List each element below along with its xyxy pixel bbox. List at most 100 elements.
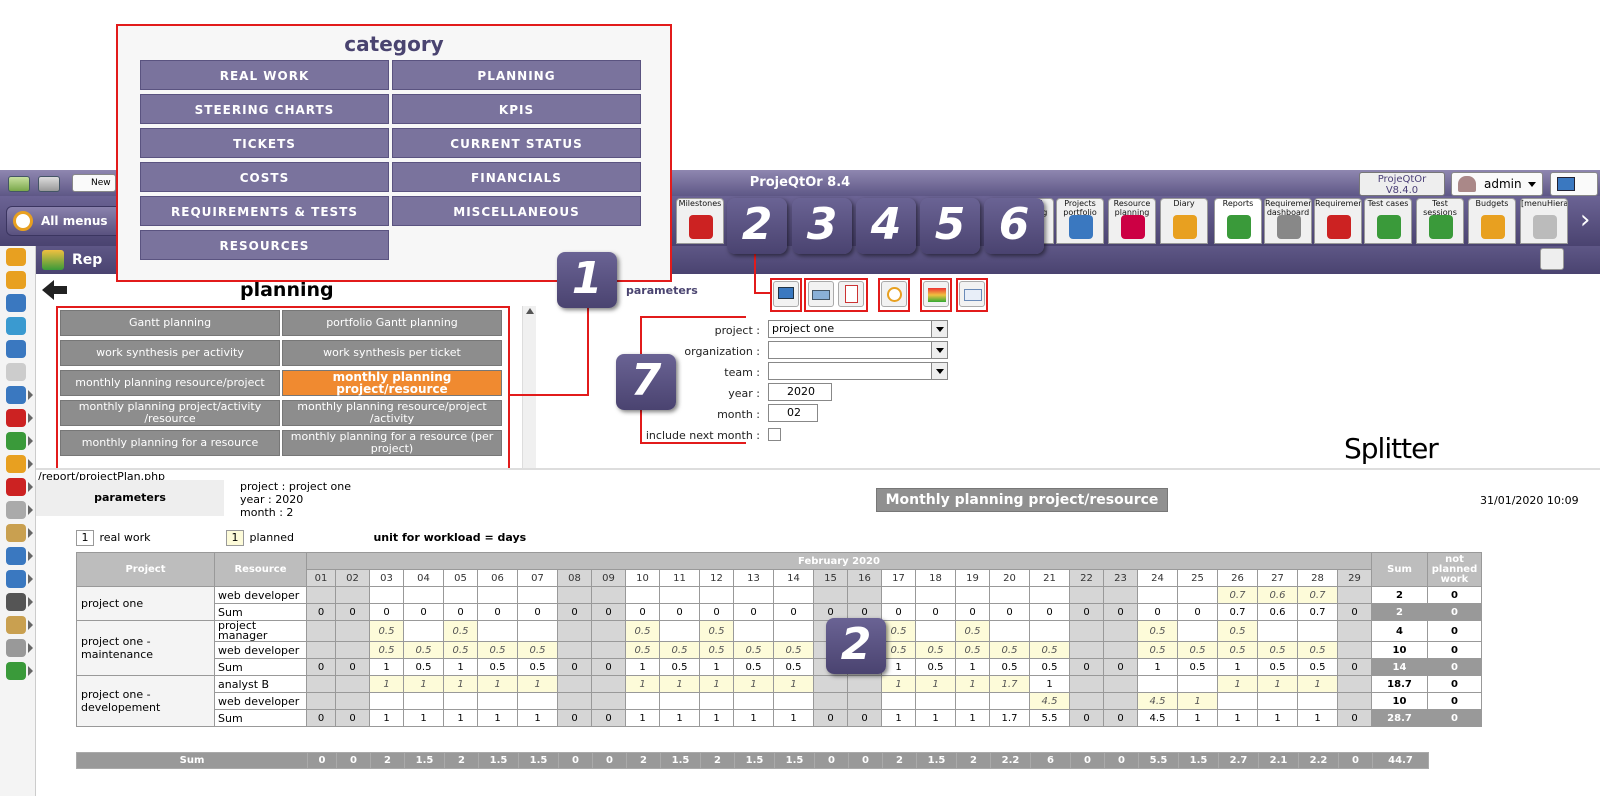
submenu-arrow-icon[interactable] [28, 505, 33, 515]
display-mode-button[interactable] [1550, 172, 1598, 196]
tools-icon[interactable] [6, 547, 26, 565]
category-real-work-button[interactable]: REAL WORK [140, 60, 389, 90]
submenu-arrow-icon[interactable] [28, 574, 33, 584]
print-button[interactable] [808, 281, 834, 307]
category-costs-button[interactable]: COSTS [140, 162, 389, 192]
toolbar-tab-reports[interactable]: Reports [1214, 198, 1262, 244]
year-spinner[interactable]: 2020 [768, 383, 832, 401]
toolbar-tab-budgets[interactable]: Budgets [1468, 198, 1516, 244]
submenu-arrow-icon[interactable] [28, 436, 33, 446]
team-select[interactable] [768, 362, 948, 380]
back-arrow-button[interactable] [8, 176, 30, 192]
ticket-icon[interactable] [6, 501, 26, 519]
computer-icon[interactable] [6, 386, 26, 404]
org-icon[interactable] [6, 294, 26, 312]
category-tickets-button[interactable]: TICKETS [140, 128, 389, 158]
submenu-arrow-icon[interactable] [28, 390, 33, 400]
report-item[interactable]: monthly planning project/activity /resou… [60, 400, 280, 426]
report-item[interactable]: monthly planning for a resource [60, 430, 280, 456]
report-item[interactable]: work synthesis per activity [60, 340, 280, 366]
category-current-status-button[interactable]: CURRENT STATUS [392, 128, 641, 158]
clock-icon[interactable] [6, 248, 26, 266]
submenu-arrow-icon[interactable] [28, 620, 33, 630]
report-item[interactable]: monthly planning for a resource (per pro… [282, 430, 502, 456]
chevron-right-icon[interactable]: › [1580, 206, 1596, 236]
report-list-scrollbar[interactable] [522, 306, 536, 468]
back-button[interactable] [40, 278, 68, 302]
database-icon[interactable] [6, 639, 26, 657]
report-item[interactable]: monthly planning resource/project /activ… [282, 400, 502, 426]
submenu-arrow-icon[interactable] [28, 597, 33, 607]
toolbar-tab-milestones[interactable]: Milestones [676, 198, 724, 244]
category-financials-button[interactable]: FINANCIALS [392, 162, 641, 192]
day-header: 16 [847, 569, 882, 587]
user-menu[interactable]: admin [1451, 172, 1543, 196]
schedule-report-button[interactable] [881, 281, 907, 307]
day-cell: 1 [477, 675, 518, 693]
submenu-arrow-icon[interactable] [28, 459, 33, 469]
day-cell [1103, 586, 1138, 604]
submenu-arrow-icon[interactable] [28, 666, 33, 676]
puzzle-icon[interactable] [6, 662, 26, 680]
calendar-icon[interactable] [6, 409, 26, 427]
report-item[interactable]: Gantt planning [60, 310, 280, 336]
month-spinner[interactable]: 02 [768, 404, 818, 422]
toolbar-tab-projects-portfolio[interactable]: Projects portfolio [1056, 198, 1104, 244]
report-item[interactable]: portfolio Gantt planning [282, 310, 502, 336]
submenu-arrow-icon[interactable] [28, 551, 33, 561]
category-kpis-button[interactable]: KPIS [392, 94, 641, 124]
toolbar-tab-menuhierarb[interactable]: [menuHierarb [1520, 198, 1568, 244]
email-button[interactable] [959, 281, 985, 307]
total-cell: 1.5 [1178, 752, 1219, 769]
submenu-arrow-icon[interactable] [28, 482, 33, 492]
chat-icon[interactable] [6, 317, 26, 335]
box-icon[interactable] [6, 524, 26, 542]
category-miscellaneous-button[interactable]: MISCELLANEOUS [392, 196, 641, 226]
day-cell: 0.5 [369, 620, 404, 642]
warning-icon[interactable] [6, 478, 26, 496]
category-requirements-tests-button[interactable]: REQUIREMENTS & TESTS [140, 196, 389, 226]
toolbar-tab-test-sessions[interactable]: Test sessions [1416, 198, 1464, 244]
category-resources-button[interactable]: RESOURCES [140, 230, 389, 260]
total-cell: 2.2 [990, 752, 1031, 769]
organization-select[interactable] [768, 341, 948, 359]
document-icon[interactable] [6, 363, 26, 381]
target-icon[interactable] [6, 432, 26, 450]
money-icon[interactable] [6, 455, 26, 473]
display-report-button[interactable] [773, 281, 799, 307]
gear-icon[interactable] [6, 340, 26, 358]
category-planning-button[interactable]: PLANNING [392, 60, 641, 90]
report-item[interactable]: monthly planning project/resource [282, 370, 502, 396]
day-header: 05 [443, 569, 478, 587]
info-year: year : 2020 [240, 493, 304, 506]
panel-splitter[interactable] [36, 468, 1600, 470]
report-item[interactable]: monthly planning resource/project [60, 370, 280, 396]
wrench-icon[interactable] [6, 616, 26, 634]
submenu-arrow-icon[interactable] [28, 528, 33, 538]
category-steering-charts-button[interactable]: STEERING CHARTS [140, 94, 389, 124]
pdf-button[interactable] [838, 281, 864, 307]
all-menus-button[interactable]: All menus [6, 206, 128, 236]
day-header: 29 [1337, 569, 1372, 587]
row-sum-cell: 10 [1371, 692, 1428, 710]
report-options-button[interactable] [1540, 248, 1564, 270]
day-cell: 0.5 [1257, 658, 1298, 676]
forward-arrow-button[interactable] [38, 176, 60, 192]
new-item-button[interactable]: New [72, 174, 116, 192]
add-to-today-button[interactable] [923, 281, 949, 307]
submenu-arrow-icon[interactable] [28, 413, 33, 423]
toolbar-tab-requirements[interactable]: Requirements [1314, 198, 1362, 244]
project-select[interactable]: project one [768, 320, 948, 338]
toolbar-tab-resource-planning[interactable]: Resource planning [1108, 198, 1156, 244]
day-cell: 0.5 [1177, 658, 1218, 676]
toolbar-tab-test-cases[interactable]: Test cases [1364, 198, 1412, 244]
plug-icon[interactable] [6, 593, 26, 611]
toolbar-tab-diary[interactable]: Diary [1160, 198, 1208, 244]
include-next-month-checkbox[interactable] [768, 428, 781, 441]
submenu-arrow-icon[interactable] [28, 643, 33, 653]
report-item[interactable]: work synthesis per ticket [282, 340, 502, 366]
day-cell [306, 620, 336, 642]
settings-icon[interactable] [6, 570, 26, 588]
dashboard-icon[interactable] [6, 271, 26, 289]
toolbar-tab-requirements-dashboard[interactable]: Requirements dashboard [1264, 198, 1312, 244]
